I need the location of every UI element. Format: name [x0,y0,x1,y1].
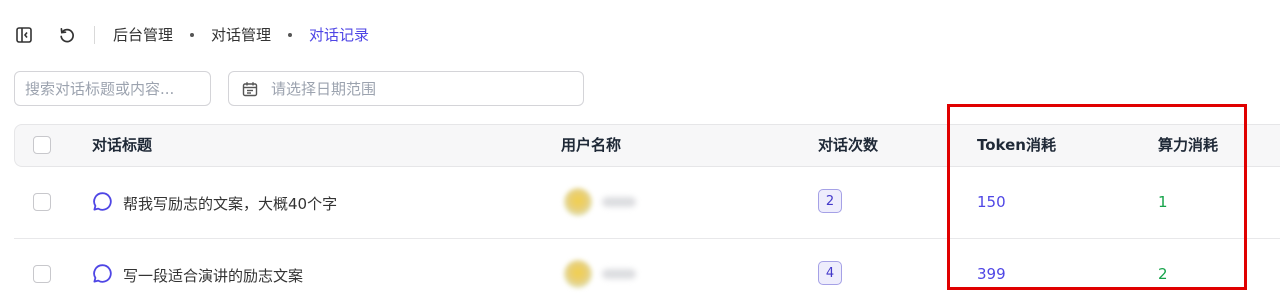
token-consumption: 150 [977,193,1006,211]
column-header-power[interactable]: 算力消耗 [1158,136,1218,154]
date-range-placeholder: 请选择日期范围 [271,80,377,98]
column-header-count[interactable]: 对话次数 [818,136,878,154]
conversation-title: 写一段适合演讲的励志文案 [123,267,304,285]
search-input[interactable] [14,71,211,106]
token-consumption: 399 [977,265,1006,283]
column-header-username[interactable]: 用户名称 [561,136,621,154]
username-blurred [602,197,636,207]
compute-consumption: 2 [1158,265,1168,283]
row-checkbox[interactable] [33,265,51,283]
sidebar-collapse-icon[interactable] [13,24,35,46]
breadcrumb-separator [190,33,194,37]
row-checkbox[interactable] [33,193,51,211]
top-bar: 后台管理 对话管理 对话记录 [0,0,1280,70]
column-header-token[interactable]: Token消耗 [977,136,1056,154]
calendar-icon [241,80,259,98]
column-header-title[interactable]: 对话标题 [92,136,152,154]
breadcrumb-item-conversation-management[interactable]: 对话管理 [211,26,271,44]
table-header [14,124,1280,167]
avatar [564,260,592,288]
conversation-count-badge: 4 [818,261,842,285]
chat-bubble-icon [92,191,113,216]
compute-consumption: 1 [1158,193,1168,211]
conversation-count-badge: 2 [818,189,842,213]
conversation-title-cell[interactable]: 帮我写励志的文案，大概40个字 [92,191,337,216]
chat-bubble-icon [92,263,113,288]
breadcrumb-item-admin[interactable]: 后台管理 [113,26,173,44]
conversation-title: 帮我写励志的文案，大概40个字 [123,195,338,213]
toolbar-divider [94,26,95,44]
breadcrumb-separator [288,33,292,37]
row-divider [14,238,1280,239]
refresh-icon[interactable] [56,24,78,46]
breadcrumb-item-conversation-records[interactable]: 对话记录 [309,26,369,44]
select-all-checkbox[interactable] [33,136,51,154]
conversation-title-cell[interactable]: 写一段适合演讲的励志文案 [92,263,303,288]
date-range-picker[interactable]: 请选择日期范围 [228,71,584,106]
avatar [564,188,592,216]
username-blurred [602,269,636,279]
